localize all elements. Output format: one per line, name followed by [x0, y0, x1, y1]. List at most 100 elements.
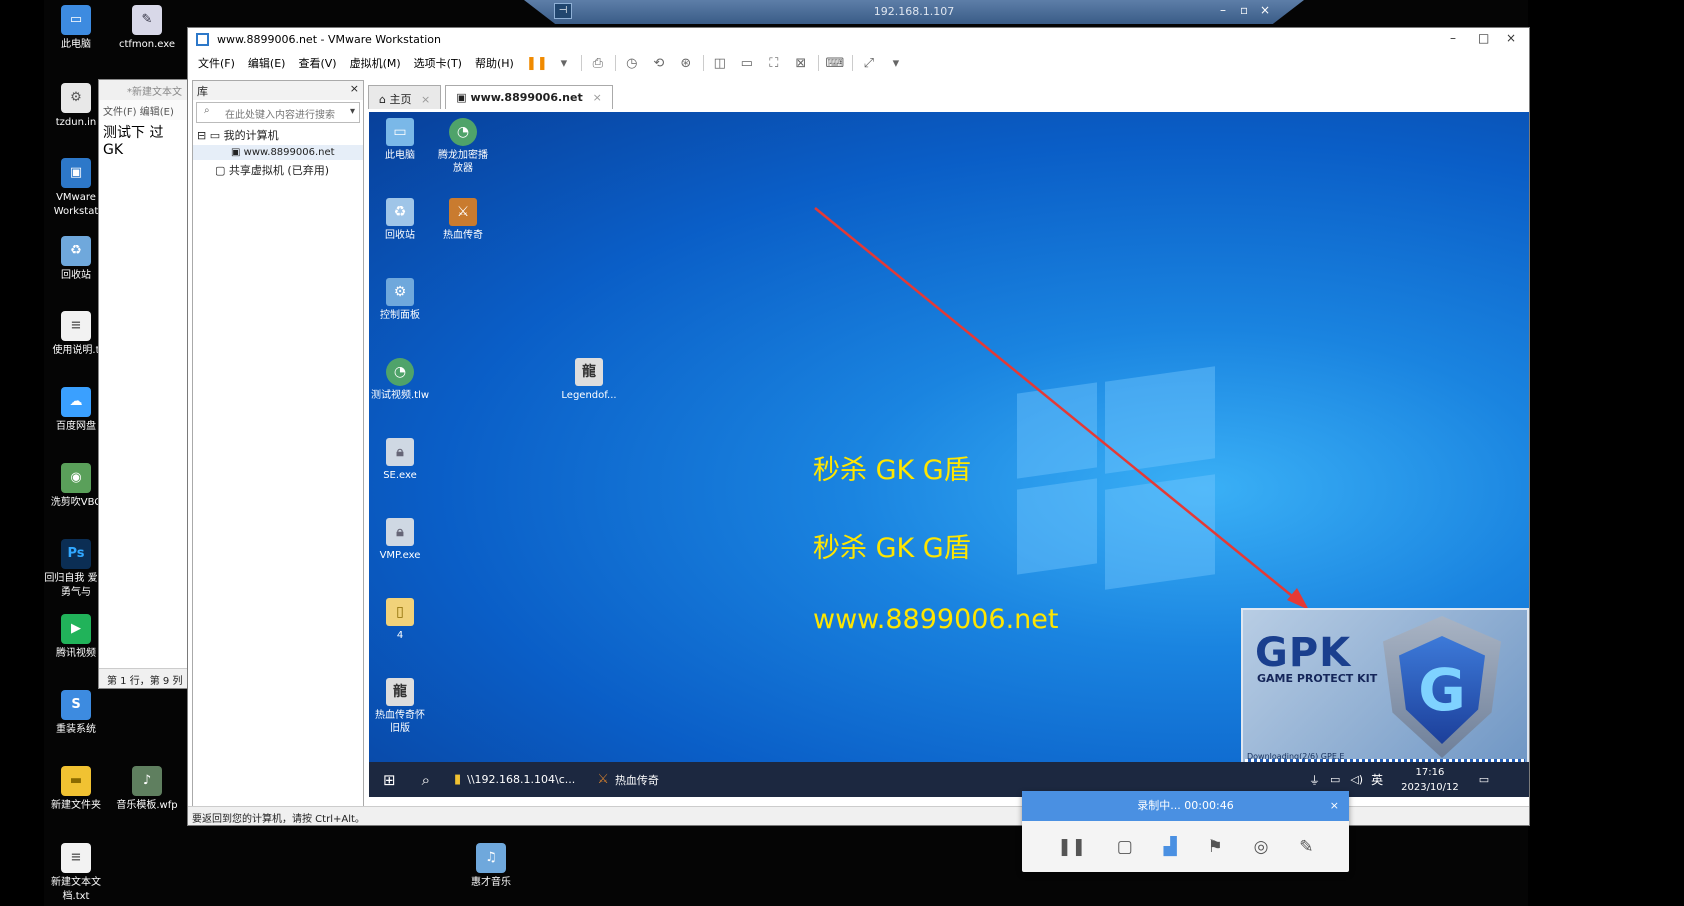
tab-close-icon[interactable]: ×: [421, 93, 430, 106]
snapshot-icon[interactable]: ◷: [622, 54, 642, 72]
usb-icon[interactable]: ⏚: [1309, 772, 1320, 788]
vmware-title: www.8899006.net - VMware Workstation: [217, 32, 441, 46]
toolbar-divider: [614, 55, 616, 71]
host-icon-new-folder[interactable]: ▬ 新建文件夹: [41, 766, 111, 813]
notepad-menu-file[interactable]: 文件(F): [103, 107, 137, 118]
maximize-icon[interactable]: □: [1478, 31, 1489, 45]
rdp-close-button[interactable]: ×: [1260, 3, 1270, 17]
library-search-placeholder: 在此处键入内容进行搜索: [225, 110, 335, 121]
toolbar-divider: [580, 55, 582, 71]
cloud-icon: ☁: [61, 387, 91, 417]
thumbnail-view-icon[interactable]: ▭: [737, 54, 757, 72]
tree-vm-item[interactable]: ▣ www.8899006.net: [193, 145, 363, 160]
photoshop-icon: Ps: [61, 539, 91, 569]
windows-start-icon[interactable]: ⊞: [383, 771, 396, 789]
network-icon[interactable]: ▭: [1330, 773, 1340, 786]
tree-my-computer[interactable]: ⊟ ▭ 我的计算机: [193, 125, 363, 145]
host-icon-new-text-doc[interactable]: ≡ 新建文本文档.txt: [41, 843, 111, 904]
vmware-logo-icon: [196, 32, 209, 46]
host-icon-ctfmon[interactable]: ✎ ctfmon.exe: [112, 5, 182, 52]
rdp-ip: 192.168.1.107: [873, 5, 955, 18]
notepad-menu-edit[interactable]: 编辑(E): [140, 107, 174, 118]
brush-icon[interactable]: ⚑: [1208, 837, 1223, 857]
fullscreen-icon[interactable]: ⛶: [764, 54, 784, 72]
notepad-content[interactable]: 测试下 过 GK: [99, 120, 189, 160]
music-icon: ♫: [476, 843, 506, 873]
search-icon[interactable]: ⌕: [422, 771, 430, 789]
notepad-menu: 文件(F) 编辑(E): [99, 100, 189, 120]
menu-vm[interactable]: 虚拟机(M): [350, 55, 401, 71]
notification-icon[interactable]: ▭: [1479, 773, 1489, 786]
pause-icon[interactable]: ❚❚: [1057, 837, 1086, 857]
tree-label: 我的计算机: [223, 129, 279, 142]
shared-vm-icon: ▢: [215, 164, 226, 177]
close-icon[interactable]: ×: [1506, 31, 1516, 45]
gpk-splash: GPK GAME PROTECT KIT G Downloading(2/6) …: [1241, 608, 1529, 770]
host-icon-computer[interactable]: ▭ 此电脑: [41, 5, 111, 52]
menu-help[interactable]: 帮助(H): [475, 55, 514, 71]
pause-icon[interactable]: ❚❚: [526, 54, 548, 72]
volume-icon[interactable]: ◁): [1350, 773, 1363, 786]
gpk-tagline: GAME PROTECT KIT: [1257, 672, 1378, 685]
unity-icon[interactable]: ⊠: [791, 54, 811, 72]
menu-file[interactable]: 文件(F): [198, 55, 235, 71]
host-icon-reinstall[interactable]: S 重装系统: [41, 690, 111, 737]
snapshot-manager-icon[interactable]: ⊛: [676, 54, 696, 72]
rdp-minimize-button[interactable]: –: [1220, 3, 1226, 17]
vmware-window: www.8899006.net - VMware Workstation – □…: [187, 27, 1530, 826]
audio-level-icon[interactable]: ▟: [1164, 837, 1177, 857]
library-view-icon[interactable]: ◫: [710, 54, 730, 72]
taskbar-app[interactable]: 热血传奇: [615, 772, 659, 788]
send-keys-icon[interactable]: ⎙: [588, 54, 608, 72]
explorer-folder-icon[interactable]: ▮: [454, 772, 461, 787]
computer-icon: ▭: [61, 5, 91, 35]
menu-view[interactable]: 查看(V): [298, 55, 336, 71]
eye-icon: ◉: [61, 463, 91, 493]
music-file-icon: ♪: [132, 766, 162, 796]
console-icon[interactable]: ⌨: [825, 54, 845, 72]
text-file-icon: ≡: [61, 843, 91, 873]
revert-snapshot-icon[interactable]: ⟲: [649, 54, 669, 72]
host-icon-music-template[interactable]: ♪ 音乐模板.wfp: [112, 766, 182, 813]
reinstall-icon: S: [61, 690, 91, 720]
text-file-icon: ≡: [61, 311, 91, 341]
recorder-title: 录制中... 00:00:46: [1137, 799, 1234, 812]
tab-vm[interactable]: ▣ www.8899006.net ×: [445, 85, 613, 109]
clock-time: 17:16: [1415, 766, 1445, 778]
menu-edit[interactable]: 编辑(E): [248, 55, 286, 71]
tree-shared-vms[interactable]: ▢ 共享虚拟机 (已弃用): [193, 160, 363, 180]
game-icon[interactable]: ⚔: [597, 772, 609, 787]
tree-label: 共享虚拟机 (已弃用): [228, 164, 329, 177]
library-search-input[interactable]: ⌕ 在此处键入内容进行搜索 ▾: [196, 102, 360, 123]
menu-tabs[interactable]: 选项卡(T): [414, 55, 462, 71]
library-header: 库 ×: [193, 81, 363, 100]
rdp-restore-button[interactable]: ▫: [1240, 3, 1248, 17]
vm-tabbar: ⌂ 主页 × ▣ www.8899006.net ×: [368, 85, 613, 109]
chevron-down-icon[interactable]: ▾: [554, 54, 574, 72]
host-icon-huicai-music[interactable]: ♫ 惠才音乐: [456, 843, 526, 890]
tab-home[interactable]: ⌂ 主页 ×: [368, 85, 442, 109]
minimize-icon[interactable]: –: [1450, 31, 1456, 45]
vm-icon: ▣: [456, 91, 467, 104]
pencil-icon[interactable]: ✎: [1299, 837, 1313, 857]
notepad-window[interactable]: *新建文本文 文件(F) 编辑(E) 测试下 过 GK 第 1 行，第 9 列: [98, 79, 190, 689]
chevron-down-icon[interactable]: ▾: [350, 106, 355, 117]
toolbar-divider: [702, 55, 704, 71]
collapse-icon[interactable]: ⊟: [197, 129, 206, 142]
webcam-icon[interactable]: ◎: [1254, 837, 1269, 857]
ime-indicator[interactable]: 英: [1371, 771, 1383, 788]
taskbar-path[interactable]: \\192.168.1.104\c...: [467, 773, 575, 786]
guest-desktop[interactable]: ▭ 此电脑 ◔ 腾龙加密播放器 ♻ 回收站 ⚔ 热血传奇 ⚙ 控制面板 ◔ 测试视频.tlw…: [369, 112, 1529, 797]
chevron-down-icon[interactable]: ▾: [886, 54, 906, 72]
tree-label: www.8899006.net: [243, 147, 335, 158]
vmware-menubar: 文件(F) 编辑(E) 查看(V) 虚拟机(M) 选项卡(T) 帮助(H) ❚❚…: [188, 50, 1529, 76]
stretch-icon[interactable]: ⤢: [859, 54, 879, 72]
tab-close-icon[interactable]: ×: [593, 91, 602, 104]
clock[interactable]: 17:16 2023/10/12: [1401, 765, 1459, 795]
library-close-icon[interactable]: ×: [350, 82, 359, 95]
clock-date: 2023/10/12: [1401, 781, 1459, 793]
stop-icon[interactable]: ▢: [1117, 837, 1133, 857]
vm-icon: ▣: [231, 147, 241, 158]
recorder-close-icon[interactable]: ×: [1330, 791, 1339, 821]
file-icon: ⚙: [61, 83, 91, 113]
